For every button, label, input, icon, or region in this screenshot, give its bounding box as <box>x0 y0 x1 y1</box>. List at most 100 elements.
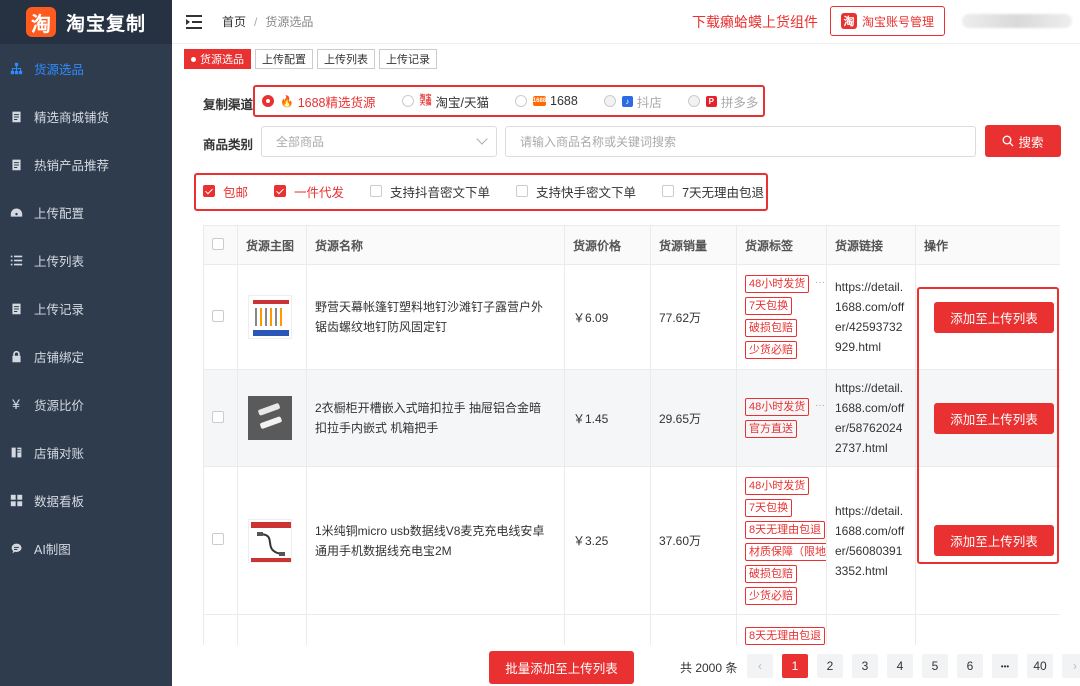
download-plugin-link[interactable]: 下载癞蛤蟆上货组件 <box>692 12 818 32</box>
search-button[interactable]: 搜索 <box>985 125 1061 157</box>
row-select-cell <box>203 614 238 645</box>
sidebar-item-dashboard[interactable]: 数据看板 <box>0 476 172 524</box>
add-to-upload-list-button[interactable]: 添加至上传列表 <box>934 525 1054 556</box>
page-ellipsis[interactable]: ••• <box>992 654 1018 678</box>
page-button-2[interactable]: 2 <box>817 654 843 678</box>
product-sales: 77.62万 <box>650 264 737 370</box>
page-button-6[interactable]: 6 <box>957 654 983 678</box>
row-checkbox[interactable] <box>212 533 224 545</box>
product-thumbnail[interactable] <box>248 396 292 440</box>
user-info-blurred[interactable] <box>962 14 1072 28</box>
checkbox[interactable] <box>662 185 675 197</box>
taobao-account-button[interactable]: 淘 淘宝账号管理 <box>830 6 946 36</box>
next-page-button[interactable]: › <box>1062 654 1080 678</box>
thumbnail-cell <box>237 369 307 467</box>
brand: 淘 淘宝复制 <box>0 0 172 44</box>
row-checkbox[interactable] <box>212 309 224 322</box>
tab-upload-list[interactable]: 上传列表 <box>317 49 375 69</box>
search-input[interactable] <box>505 126 976 157</box>
table-row: 8天无理由包退 <box>203 614 1060 645</box>
channel-douyin[interactable]: ♪ 抖店 <box>603 92 662 111</box>
channel-1688-selected[interactable]: 🔥 1688精选货源 <box>262 92 376 111</box>
tag: 7天包换 <box>745 498 793 517</box>
sidebar-item-shop-reconcile[interactable]: 店铺对账 <box>0 428 172 476</box>
product-name <box>306 614 565 645</box>
pagination: ‹ 1 2 3 4 5 6 ••• 40 › <box>747 654 1080 678</box>
tab-upload-config[interactable]: 上传配置 <box>255 49 313 69</box>
menu-fold-icon[interactable] <box>186 14 202 29</box>
tab-upload-records[interactable]: 上传记录 <box>379 49 437 69</box>
sidebar-item-shop-binding[interactable]: 店铺绑定 <box>0 332 172 380</box>
sidebar-item-label: 货源比价 <box>34 398 85 413</box>
action-cell: 添加至上传列表 <box>915 369 1060 467</box>
clipboard-icon <box>8 300 24 316</box>
more-dots-icon[interactable]: ··· <box>815 400 825 411</box>
add-to-upload-list-button[interactable]: 添加至上传列表 <box>934 301 1054 333</box>
page-button-4[interactable]: 4 <box>887 654 913 678</box>
product-price: ￥3.25 <box>564 466 651 615</box>
checkbox[interactable] <box>370 185 383 197</box>
row-checkbox[interactable] <box>212 410 224 423</box>
option-7day-return[interactable]: 7天无理由包退 <box>662 182 764 201</box>
channel-label-text: 1688 <box>550 94 578 108</box>
header-select-all[interactable] <box>203 225 238 265</box>
add-to-upload-list-button[interactable]: 添加至上传列表 <box>934 402 1054 434</box>
radio-button[interactable] <box>401 95 414 107</box>
category-select[interactable]: 全部商品 <box>261 126 497 157</box>
product-thumbnail[interactable] <box>248 295 292 339</box>
radio-button[interactable] <box>603 95 616 107</box>
tab-source-selection[interactable]: 货源选品 <box>184 49 251 69</box>
product-link[interactable] <box>826 614 916 645</box>
channel-label-text: 拼多多 <box>720 95 759 110</box>
checkbox-checked[interactable] <box>274 185 287 197</box>
sidebar-item-source-selection[interactable]: 货源选品 <box>0 44 172 92</box>
product-link[interactable]: https://detail.1688.com/offer/4259373292… <box>826 264 916 370</box>
product-price: ￥1.45 <box>564 369 651 467</box>
option-free-shipping[interactable]: 包邮 <box>203 182 248 201</box>
option-kuaishou-encrypted[interactable]: 支持快手密文下单 <box>516 182 636 201</box>
sidebar-item-upload-config[interactable]: 上传配置 <box>0 188 172 236</box>
sidebar-item-upload-records[interactable]: 上传记录 <box>0 284 172 332</box>
radio-button[interactable] <box>515 95 527 107</box>
product-link[interactable]: https://detail.1688.com/offer/5876202427… <box>826 369 916 467</box>
checkbox[interactable] <box>516 185 529 197</box>
sidebar-item-ai-image[interactable]: AI制图 <box>0 524 172 572</box>
page-tabs: 货源选品 上传配置 上传列表 上传记录 <box>184 49 437 69</box>
breadcrumb-home[interactable]: 首页 <box>222 13 246 30</box>
page-button-1[interactable]: 1 <box>782 654 808 678</box>
fire-icon: 🔥 <box>280 95 294 108</box>
checkbox-checked[interactable] <box>203 185 215 197</box>
page-button-40[interactable]: 40 <box>1027 654 1053 678</box>
sidebar-item-hot-products[interactable]: 热销产品推荐 <box>0 140 172 188</box>
product-table: 货源主图 货源名称 货源价格 货源销量 货源标签 货源链接 操作 野营天幕帐篷钉… <box>203 225 1060 645</box>
option-douyin-encrypted[interactable]: 支持抖音密文下单 <box>370 182 490 201</box>
select-all-checkbox[interactable] <box>212 237 224 250</box>
more-dots-icon[interactable]: ··· <box>815 277 825 288</box>
row-select-cell <box>203 264 238 370</box>
action-cell: 添加至上传列表 <box>915 466 1060 615</box>
option-label: 7天无理由包退 <box>682 185 765 200</box>
batch-add-button[interactable]: 批量添加至上传列表 <box>489 651 634 684</box>
radio-button[interactable] <box>687 95 700 107</box>
sidebar-item-label: 精选商城铺货 <box>34 110 110 125</box>
channel-1688[interactable]: 1688 1688 <box>515 94 578 108</box>
prev-page-button[interactable]: ‹ <box>747 654 773 678</box>
channel-taobao-tmall[interactable]: 淘宝天猫 淘宝/天猫 <box>401 92 489 111</box>
page-button-5[interactable]: 5 <box>922 654 948 678</box>
page-button-3[interactable]: 3 <box>852 654 878 678</box>
sidebar-menu: 货源选品 精选商城铺货 热销产品推荐 上传配置 上传列表 上传记录 店铺绑定 ¥ <box>0 44 172 572</box>
sidebar: 淘 淘宝复制 货源选品 精选商城铺货 热销产品推荐 上传配置 上传列表 上传记录 <box>0 0 172 686</box>
douyin-icon: ♪ <box>621 95 633 107</box>
table-header-row: 货源主图 货源名称 货源价格 货源销量 货源标签 货源链接 操作 <box>203 225 1060 265</box>
sidebar-item-label: 数据看板 <box>34 494 85 509</box>
sidebar-item-mall-distribution[interactable]: 精选商城铺货 <box>0 92 172 140</box>
radio-button[interactable] <box>262 95 274 107</box>
tag: 8天无理由包退 <box>745 627 826 645</box>
product-link[interactable]: https://detail.1688.com/offer/5608039133… <box>826 466 916 615</box>
sidebar-item-price-compare[interactable]: ¥ 货源比价 <box>0 380 172 428</box>
chevron-down-icon <box>476 133 488 145</box>
option-dropshipping[interactable]: 一件代发 <box>274 182 344 201</box>
product-thumbnail[interactable] <box>248 518 292 563</box>
sidebar-item-upload-list[interactable]: 上传列表 <box>0 236 172 284</box>
channel-pinduoduo[interactable]: P 拼多多 <box>687 92 759 111</box>
